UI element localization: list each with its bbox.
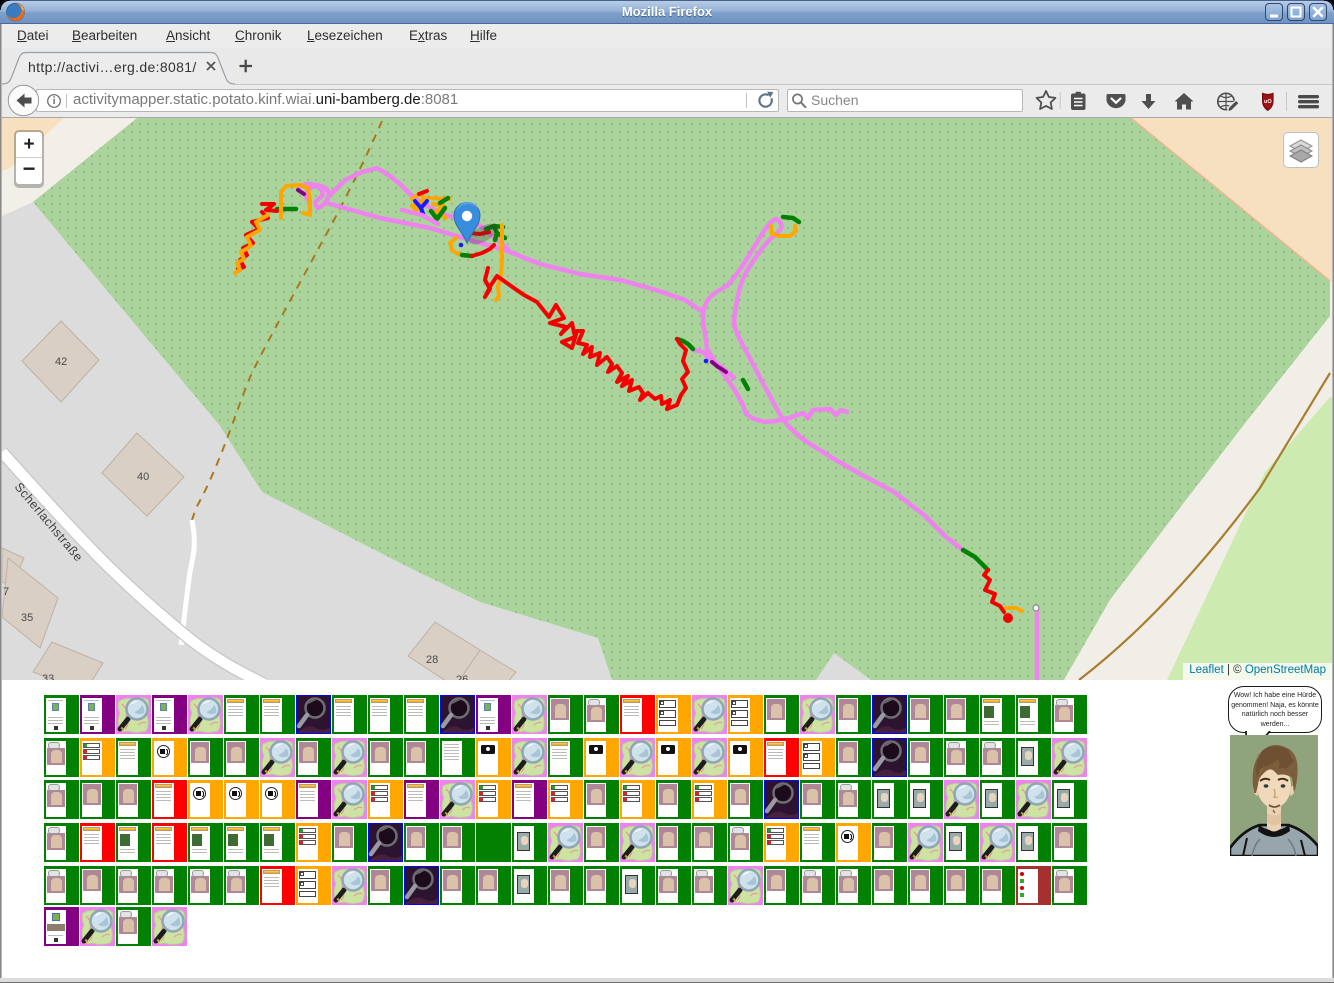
svg-text:42: 42 — [55, 356, 67, 368]
svg-text:35: 35 — [21, 612, 33, 624]
svg-text:28: 28 — [426, 654, 438, 666]
svg-text:40: 40 — [137, 471, 149, 483]
svg-text:26: 26 — [456, 674, 468, 680]
svg-text:33: 33 — [42, 673, 54, 680]
svg-text:uO: uO — [1264, 99, 1272, 105]
svg-text:7: 7 — [3, 586, 9, 598]
